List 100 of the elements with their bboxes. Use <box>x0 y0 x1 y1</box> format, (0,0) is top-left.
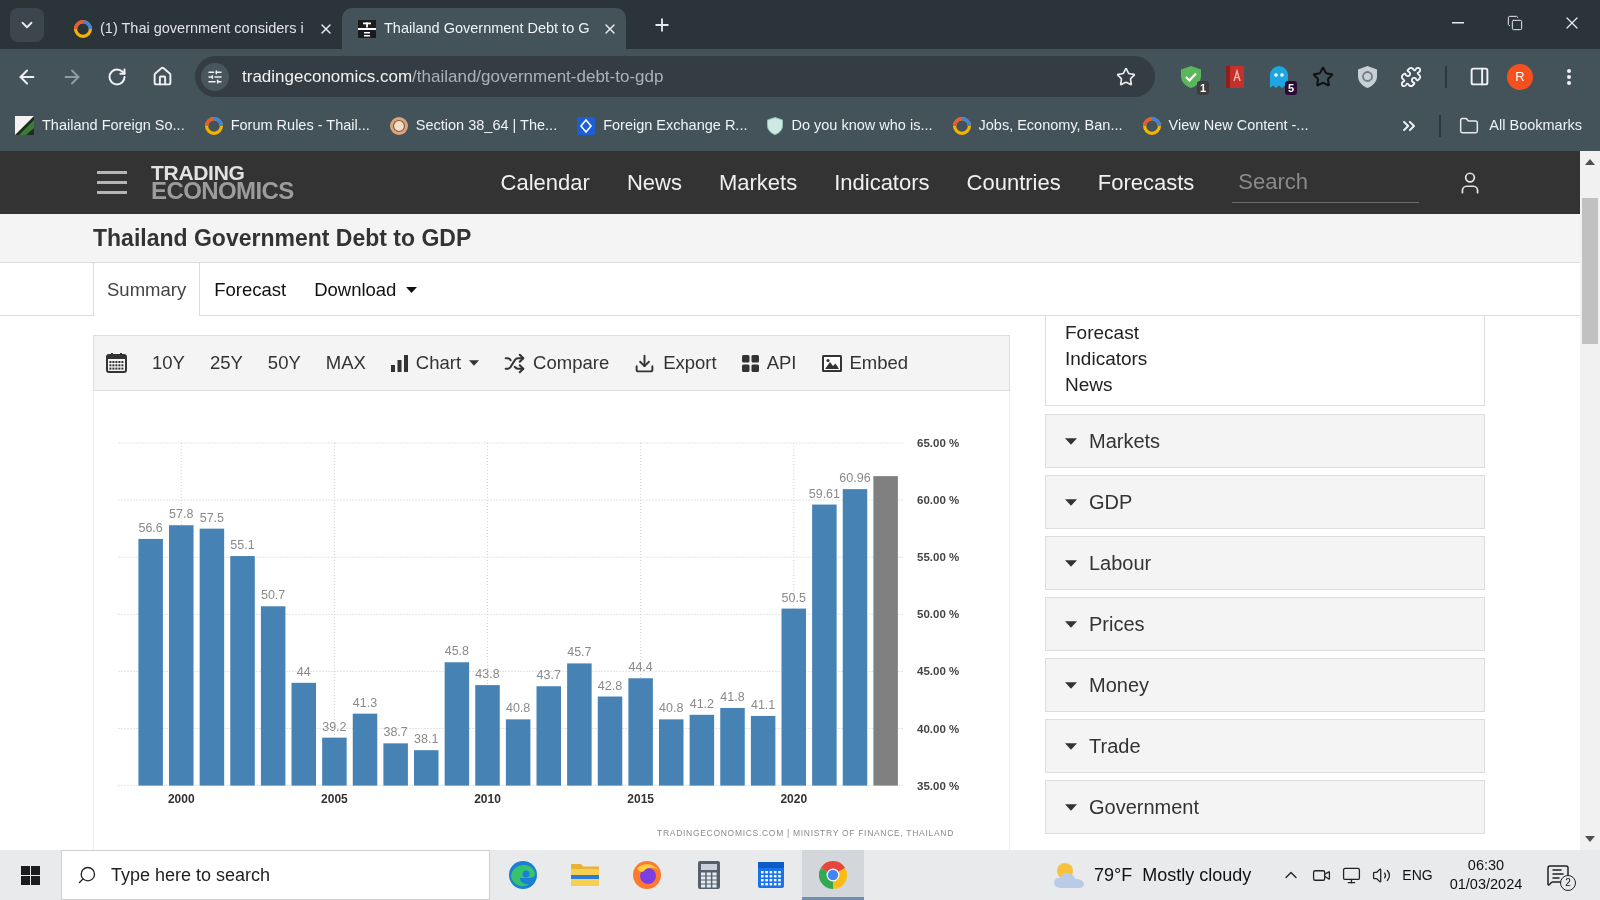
ring-icon <box>952 116 971 135</box>
page-tab[interactable]: Download <box>300 263 432 316</box>
toolbar-button[interactable]: 50Y <box>267 349 301 377</box>
toolbar-button[interactable]: MAX <box>325 349 366 377</box>
site-logo[interactable]: TRADING ECONOMICS <box>151 164 294 201</box>
side-panel-icon <box>1468 66 1490 87</box>
bar-value-label: 57.5 <box>199 510 225 525</box>
scrollbar[interactable] <box>1580 151 1600 850</box>
browser-tab[interactable]: Thailand Government Debt to G <box>342 8 626 49</box>
monitor-icon <box>1341 865 1361 885</box>
taskbar-search-field[interactable]: Type here to search <box>61 850 490 900</box>
accordion-header[interactable]: Money <box>1045 658 1485 712</box>
sun-behind-cloud-icon <box>1054 862 1084 888</box>
more-icon <box>1567 68 1571 85</box>
notification-count: 2 <box>1560 875 1576 891</box>
edge-browser-icon <box>509 861 537 889</box>
calendar-button[interactable] <box>106 353 127 373</box>
scrollbar-thumb[interactable] <box>1582 198 1598 344</box>
all-bookmarks-button[interactable]: All Bookmarks <box>1451 109 1590 142</box>
bar-value-label: 44.4 <box>628 660 653 675</box>
nav-link[interactable]: Calendar <box>500 166 590 199</box>
bookmark-star-icon[interactable] <box>1116 66 1136 87</box>
up-triangle-icon <box>1585 159 1595 165</box>
x-axis-label: 2000 <box>167 792 195 806</box>
restore-icon <box>1506 15 1523 31</box>
y-axis-label: 45.00 % <box>917 665 960 678</box>
bar-value-label: 43.7 <box>536 668 561 683</box>
nav-link[interactable]: Forecasts <box>1097 166 1195 199</box>
page-tab[interactable]: Forecast <box>200 263 301 316</box>
clock-button[interactable]: 06:30 01/03/2024 <box>1439 850 1533 900</box>
toolbar-button[interactable]: 25Y <box>209 349 243 377</box>
nav-link[interactable]: Markets <box>718 166 798 199</box>
bookmark[interactable]: Do you know who is... <box>759 109 941 142</box>
bookmark[interactable]: View New Content -... <box>1134 109 1317 142</box>
caret-icon <box>1065 681 1077 689</box>
extension-badge: 1 <box>1196 80 1209 95</box>
x-axis-label: 2020 <box>780 792 808 806</box>
extension-button[interactable]: 1 <box>1173 58 1209 95</box>
caret-icon <box>1065 742 1077 750</box>
taskbar-app[interactable] <box>802 850 864 900</box>
menu-button[interactable] <box>97 170 127 195</box>
bar-value-label: 41.8 <box>720 689 745 704</box>
nav-link[interactable]: Countries <box>966 166 1061 199</box>
bar-value-label: 60.96 <box>839 471 871 486</box>
page-tab[interactable]: Summary <box>93 263 201 316</box>
bar-value-label: 41.2 <box>689 696 715 711</box>
toolbar-button[interactable]: Export <box>634 349 717 377</box>
toolbar-button[interactable]: Chart <box>390 349 480 377</box>
calendar-icon <box>758 862 784 888</box>
bookmark[interactable]: Thailand Foreign So... <box>7 109 193 142</box>
accordion-header[interactable]: Trade <box>1045 719 1485 773</box>
shield-icon <box>767 116 784 135</box>
folder-icon <box>571 864 599 886</box>
bookmark[interactable]: Section 38_64 | The... <box>381 109 566 142</box>
bar-value-label: 55.1 <box>230 538 255 553</box>
sidebar-link[interactable]: Forecast <box>1065 320 1484 346</box>
tab-title: Thailand Government Debt to G <box>384 18 591 38</box>
nav-link[interactable]: News <box>626 166 682 199</box>
toolbar-button[interactable]: 10Y <box>152 349 185 377</box>
notifications-button[interactable]: 2 <box>1533 850 1583 900</box>
chart-bar <box>689 714 715 786</box>
bookmark[interactable]: Forum Rules - Thail... <box>196 109 378 142</box>
bar-value-label: 44 <box>296 664 311 679</box>
bookmark[interactable]: Jobs, Economy, Ban... <box>944 109 1131 142</box>
accordion-header[interactable]: Markets <box>1045 414 1485 468</box>
caret-icon <box>1065 620 1077 628</box>
language-button[interactable]: ENG <box>1396 850 1439 900</box>
weather-widget[interactable]: 79°F Mostly cloudy <box>1050 850 1258 900</box>
browser-tab[interactable]: (1) Thai government considers i <box>58 8 342 49</box>
site-info-button[interactable] <box>201 62 229 91</box>
y-axis-label: 40.00 % <box>917 722 960 735</box>
firefox-icon <box>633 861 661 889</box>
address-bar[interactable]: tradingeconomics.com/thailand/government-debt-to-gdp <box>195 56 1155 97</box>
sidebar-link[interactable]: Indicators <box>1065 346 1484 372</box>
caret-icon <box>1065 437 1077 445</box>
tab-search-button[interactable] <box>10 7 44 42</box>
toolbar-button[interactable]: Embed <box>821 349 909 377</box>
weather-condition-text: Mostly cloudy <box>1142 863 1252 887</box>
x-axis-label: 2005 <box>321 792 348 806</box>
bookmark[interactable]: Foreign Exchange R... <box>569 109 756 142</box>
folder-icon <box>1459 115 1480 136</box>
search-field[interactable]: Search <box>1232 162 1420 203</box>
accordion-header[interactable]: GDP <box>1045 475 1485 529</box>
ring-icon <box>1142 116 1161 135</box>
toolbar-button[interactable]: Compare <box>504 349 610 377</box>
image-thumbnail-icon <box>15 116 34 135</box>
nav-link[interactable]: Indicators <box>834 166 930 199</box>
ring-icon <box>204 116 223 135</box>
accordion-header[interactable]: Government <box>1045 780 1485 834</box>
bar-value-label: 38.1 <box>414 732 439 747</box>
toolbar-button[interactable]: API <box>741 349 797 377</box>
accordion-header[interactable]: Labour <box>1045 536 1485 590</box>
shield-check-icon <box>1181 65 1201 88</box>
bar-value-label: 50.7 <box>261 588 286 603</box>
extension-button[interactable]: 5 <box>1261 58 1297 95</box>
bar-value-label: 56.6 <box>138 520 163 535</box>
accordion-header[interactable]: Prices <box>1045 597 1485 651</box>
y-axis-label: 35.00 % <box>917 779 960 792</box>
sidebar-link[interactable]: News <box>1065 372 1484 398</box>
caret-icon <box>1065 803 1077 811</box>
